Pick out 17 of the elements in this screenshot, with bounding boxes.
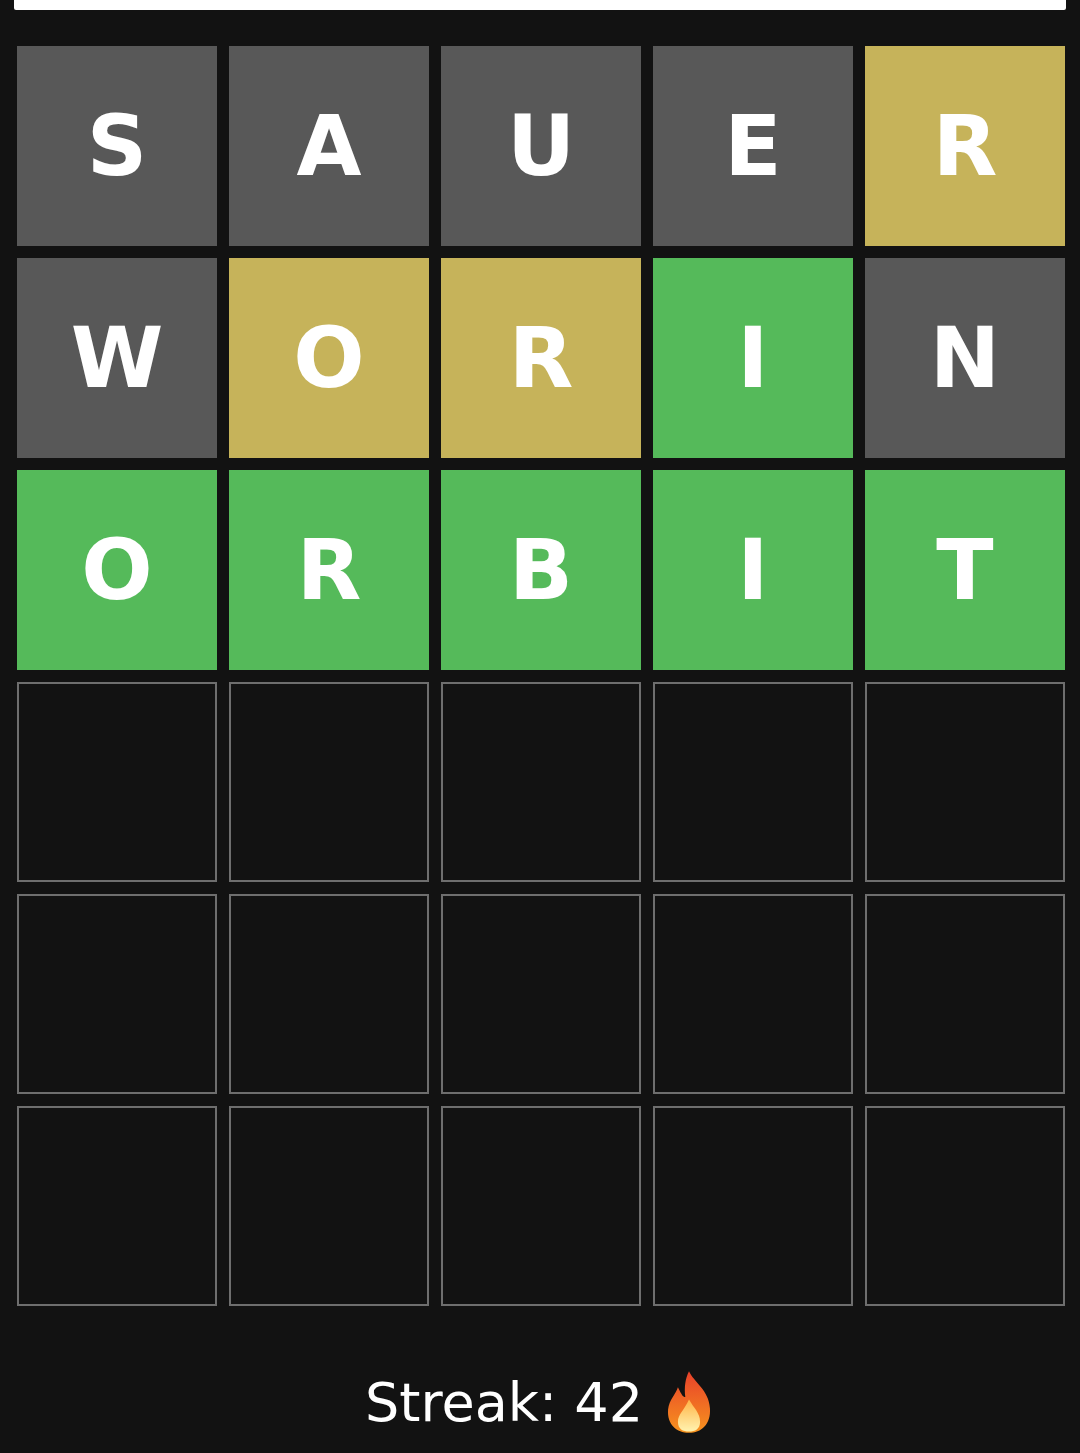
- letter-tile: U: [441, 46, 641, 246]
- letter-tile: N: [865, 258, 1065, 458]
- letter-tile: O: [229, 258, 429, 458]
- letter-tile: W: [17, 258, 217, 458]
- letter-tile: B: [441, 470, 641, 670]
- letter-tile: T: [865, 470, 1065, 670]
- streak-label: Streak: 42: [364, 1370, 644, 1434]
- letter-tile: E: [653, 46, 853, 246]
- letter-tile: A: [229, 46, 429, 246]
- letter-tile: S: [17, 46, 217, 246]
- letter-tile: I: [653, 470, 853, 670]
- letter-tile: R: [865, 46, 1065, 246]
- letter-tile: I: [653, 258, 853, 458]
- letter-tile: R: [229, 470, 429, 670]
- input-field[interactable]: [14, 0, 1066, 10]
- letter-tile: R: [441, 258, 641, 458]
- letter-tile: O: [17, 470, 217, 670]
